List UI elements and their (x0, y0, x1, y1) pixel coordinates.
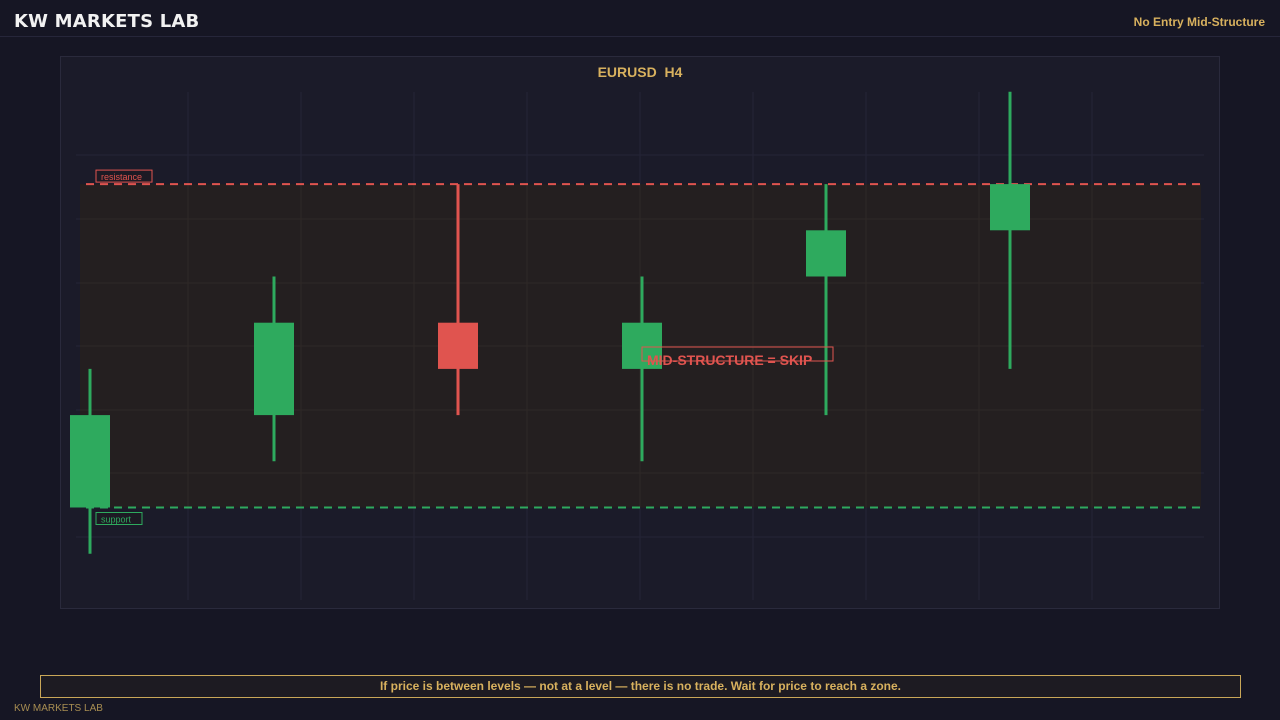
support-label: support (101, 515, 132, 525)
mid-structure-annotation: MID-STRUCTURE = SKIP (647, 352, 812, 368)
resistance-label: resistance (101, 172, 142, 182)
candlestick-chart: resistance support MID-STRUCTURE = SKIP (70, 91, 1204, 600)
footer-brand: KW MARKETS LAB (14, 703, 103, 714)
bull-candle-body (806, 230, 846, 277)
footer-note: If price is between levels — not at a le… (40, 675, 1241, 698)
bull-candle-body (254, 322, 294, 416)
bull-candle-body (70, 415, 110, 508)
bull-candle-body (990, 184, 1030, 231)
bear-candle-body (438, 322, 478, 369)
